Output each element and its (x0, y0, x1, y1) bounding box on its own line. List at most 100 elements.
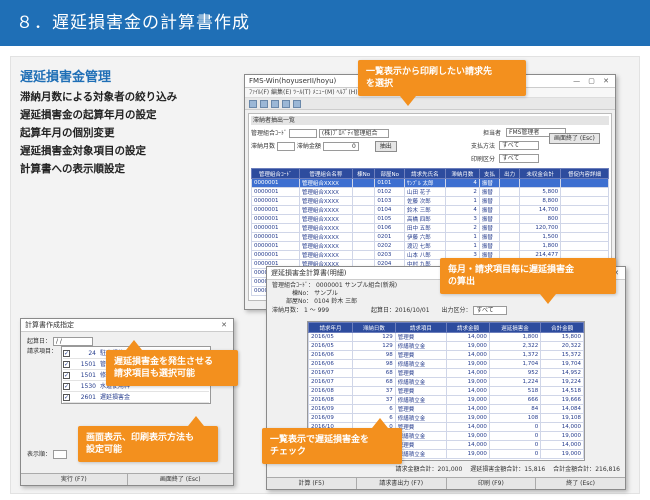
table-row[interactable]: 0000001 管理組合XXXX 0104 鈴木 三郎 4 振替 14,700 (251, 205, 609, 215)
manage-name-field[interactable]: (株)ﾌﾟﾛﾊﾟﾃｨ管理組合 (318, 129, 389, 138)
table-row[interactable]: 2016/05 129 修繕積立金 19,000 2,322 20,322 (308, 341, 584, 351)
table-cell: 19,666 (540, 395, 584, 405)
checkbox[interactable]: ✓ (63, 372, 70, 379)
column-header[interactable]: 督促内容詳細 (560, 168, 609, 179)
table-cell: 管理費 (394, 368, 448, 378)
column-header[interactable]: 支払 (478, 168, 501, 179)
table-row[interactable]: 0000001 管理組合XXXX 0101 ｻﾝﾌﾟﾙ 太郎 4 振替 (251, 178, 609, 188)
search-button[interactable]: 抽出 (374, 141, 397, 152)
end-button[interactable]: 終了 (Esc) (535, 478, 625, 489)
table-cell: 0000001 (251, 223, 300, 233)
table-cell: 14,084 (540, 404, 584, 414)
column-header[interactable]: 管理組合名称 (298, 168, 353, 179)
table-cell: 2 (444, 223, 480, 233)
start-date-field[interactable]: / / (52, 337, 93, 346)
table-cell: 管理組合XXXX (298, 205, 353, 215)
invoice-output-button[interactable]: 請求書出力 (F7) (355, 478, 446, 489)
table-cell: 修繕積立金 (394, 377, 448, 387)
arrears-months-field[interactable] (276, 142, 295, 151)
toolbar-icon[interactable] (271, 100, 279, 108)
window-controls[interactable]: — ▢ ✕ (573, 75, 612, 88)
table-row[interactable]: 0000001 管理組合XXXX 0201 伊藤 六郎 1 振替 1,500 (251, 232, 609, 242)
subwindow-title: 滞納者抽出一覧 (251, 116, 609, 125)
run-button[interactable]: 実行 (F7) (21, 474, 127, 485)
table-cell: 修繕積立金 (394, 359, 448, 369)
column-header[interactable]: 未収金合計 (519, 168, 562, 179)
checkbox[interactable]: ✓ (63, 350, 70, 357)
print-select[interactable]: すべて (499, 154, 539, 163)
table-row[interactable]: 2016/07 68 管理費 14,000 952 14,952 (308, 368, 584, 378)
column-header[interactable]: 請求項目 (394, 322, 448, 333)
table-cell (519, 178, 562, 188)
callout-item-select: 遅延損害金を発生させる 請求項目も選択可能 (106, 340, 238, 386)
toolbar-icon[interactable] (260, 100, 268, 108)
payment-select[interactable]: すべて (499, 141, 539, 150)
item-code: 1501 (80, 361, 96, 368)
page-title: ８．遅延損害金の計算書作成 (16, 13, 250, 33)
table-row[interactable]: 0000001 管理組合XXXX 0103 佐藤 次郎 1 振替 8,800 (251, 196, 609, 206)
table-cell: 518 (488, 386, 542, 396)
table-cell: 振替 (478, 196, 501, 206)
display-order-field[interactable] (52, 450, 67, 459)
calc-button[interactable]: 計算 (F5) (267, 478, 356, 489)
table-row[interactable]: 2016/06 98 修繕積立金 19,000 1,704 19,704 (308, 359, 584, 369)
table-cell: 14,952 (540, 368, 584, 378)
table-row[interactable]: 2016/09 6 管理費 14,000 84 14,084 (308, 404, 584, 414)
table-row[interactable]: 2016/05 129 管理費 14,000 1,800 15,800 (308, 332, 584, 342)
table-cell: 37 (352, 386, 396, 396)
table-cell: 2016/07 (308, 368, 354, 378)
table-row[interactable]: 2016/09 6 修繕積立金 19,000 108 19,108 (308, 413, 584, 423)
toolbar-icon[interactable] (293, 100, 301, 108)
column-header[interactable]: 棟No (351, 168, 376, 179)
table-cell: 19,000 (446, 341, 490, 351)
table-row[interactable]: 0000001 管理組合XXXX 0202 渡辺 七郎 1 振替 1,800 (251, 241, 609, 251)
column-header[interactable]: 管理組合ｺｰﾄﾞ (251, 168, 300, 179)
arrears-amount-field[interactable]: 0 (322, 142, 359, 151)
table-cell (499, 223, 521, 233)
table-cell: 19,000 (446, 413, 490, 423)
table-row[interactable]: 0000001 管理組合XXXX 0106 田中 五郎 2 振替 120,700 (251, 223, 609, 233)
table-cell: 2016/07 (308, 377, 354, 387)
table-row[interactable]: 2016/08 37 修繕積立金 19,000 666 19,666 (308, 395, 584, 405)
table-cell: 14,000 (446, 368, 490, 378)
table-row[interactable]: 0000001 管理組合XXXX 0102 山田 花子 2 振替 5,800 (251, 187, 609, 197)
table-cell (351, 232, 376, 242)
manager-label: 担当者 (483, 130, 502, 137)
print-button[interactable]: 印刷 (F9) (445, 478, 536, 489)
table-row[interactable]: 2016/08 37 管理費 14,000 518 14,518 (308, 386, 584, 396)
table-cell: 37 (352, 395, 396, 405)
toolbar-icon[interactable] (249, 100, 257, 108)
checkbox[interactable]: ✓ (63, 383, 70, 390)
column-header[interactable]: 合計金額 (540, 322, 584, 333)
feature-item: 遅延損害金対象項目の設定 (20, 145, 146, 157)
table-cell: 0000001 (251, 178, 300, 188)
toolbar-icon[interactable] (282, 100, 290, 108)
table-row[interactable]: 0000001 管理組合XXXX 0105 高橋 四郎 3 振替 800 (251, 214, 609, 224)
column-header[interactable]: 部屋No (374, 168, 405, 179)
manage-code-field[interactable] (288, 129, 317, 138)
column-header[interactable]: 請求先氏名 (403, 168, 446, 179)
column-header[interactable]: 滞納月数 (444, 168, 480, 179)
column-header[interactable]: 遅延損害金 (488, 322, 542, 333)
output-select[interactable]: すべて (473, 306, 508, 315)
table-row[interactable]: 2016/06 98 管理費 14,000 1,372 15,372 (308, 350, 584, 360)
column-header[interactable]: 出力 (499, 168, 521, 179)
column-header[interactable]: 請求年月 (308, 322, 354, 333)
close-icon[interactable]: ✕ (221, 319, 230, 332)
table-cell: 0201 (374, 232, 405, 242)
feature-list: 滞納月数による対象者の絞り込み 遅延損害金の起算年月の設定 起算年月の個別変更 … (20, 88, 177, 178)
table-cell: 0000001 (251, 187, 300, 197)
table-row[interactable]: 2016/07 68 修繕積立金 19,000 1,224 19,224 (308, 377, 584, 387)
checkbox[interactable]: ✓ (63, 361, 70, 368)
end-button[interactable]: 画面終了 (Esc) (126, 474, 234, 485)
table-cell: 98 (352, 350, 396, 360)
table-cell: 1 (444, 196, 480, 206)
table-cell: 0 (488, 440, 542, 450)
table-cell: 0102 (374, 187, 405, 197)
billing-item-row[interactable]: ✓ 2601 遅延損害金 (63, 392, 209, 403)
checkbox[interactable]: ✓ (63, 394, 70, 401)
column-header[interactable]: 請求金額 (446, 322, 490, 333)
end-button[interactable]: 画面終了 (Esc) (549, 133, 600, 144)
table-cell (560, 241, 609, 251)
column-header[interactable]: 滞納日数 (352, 322, 396, 333)
